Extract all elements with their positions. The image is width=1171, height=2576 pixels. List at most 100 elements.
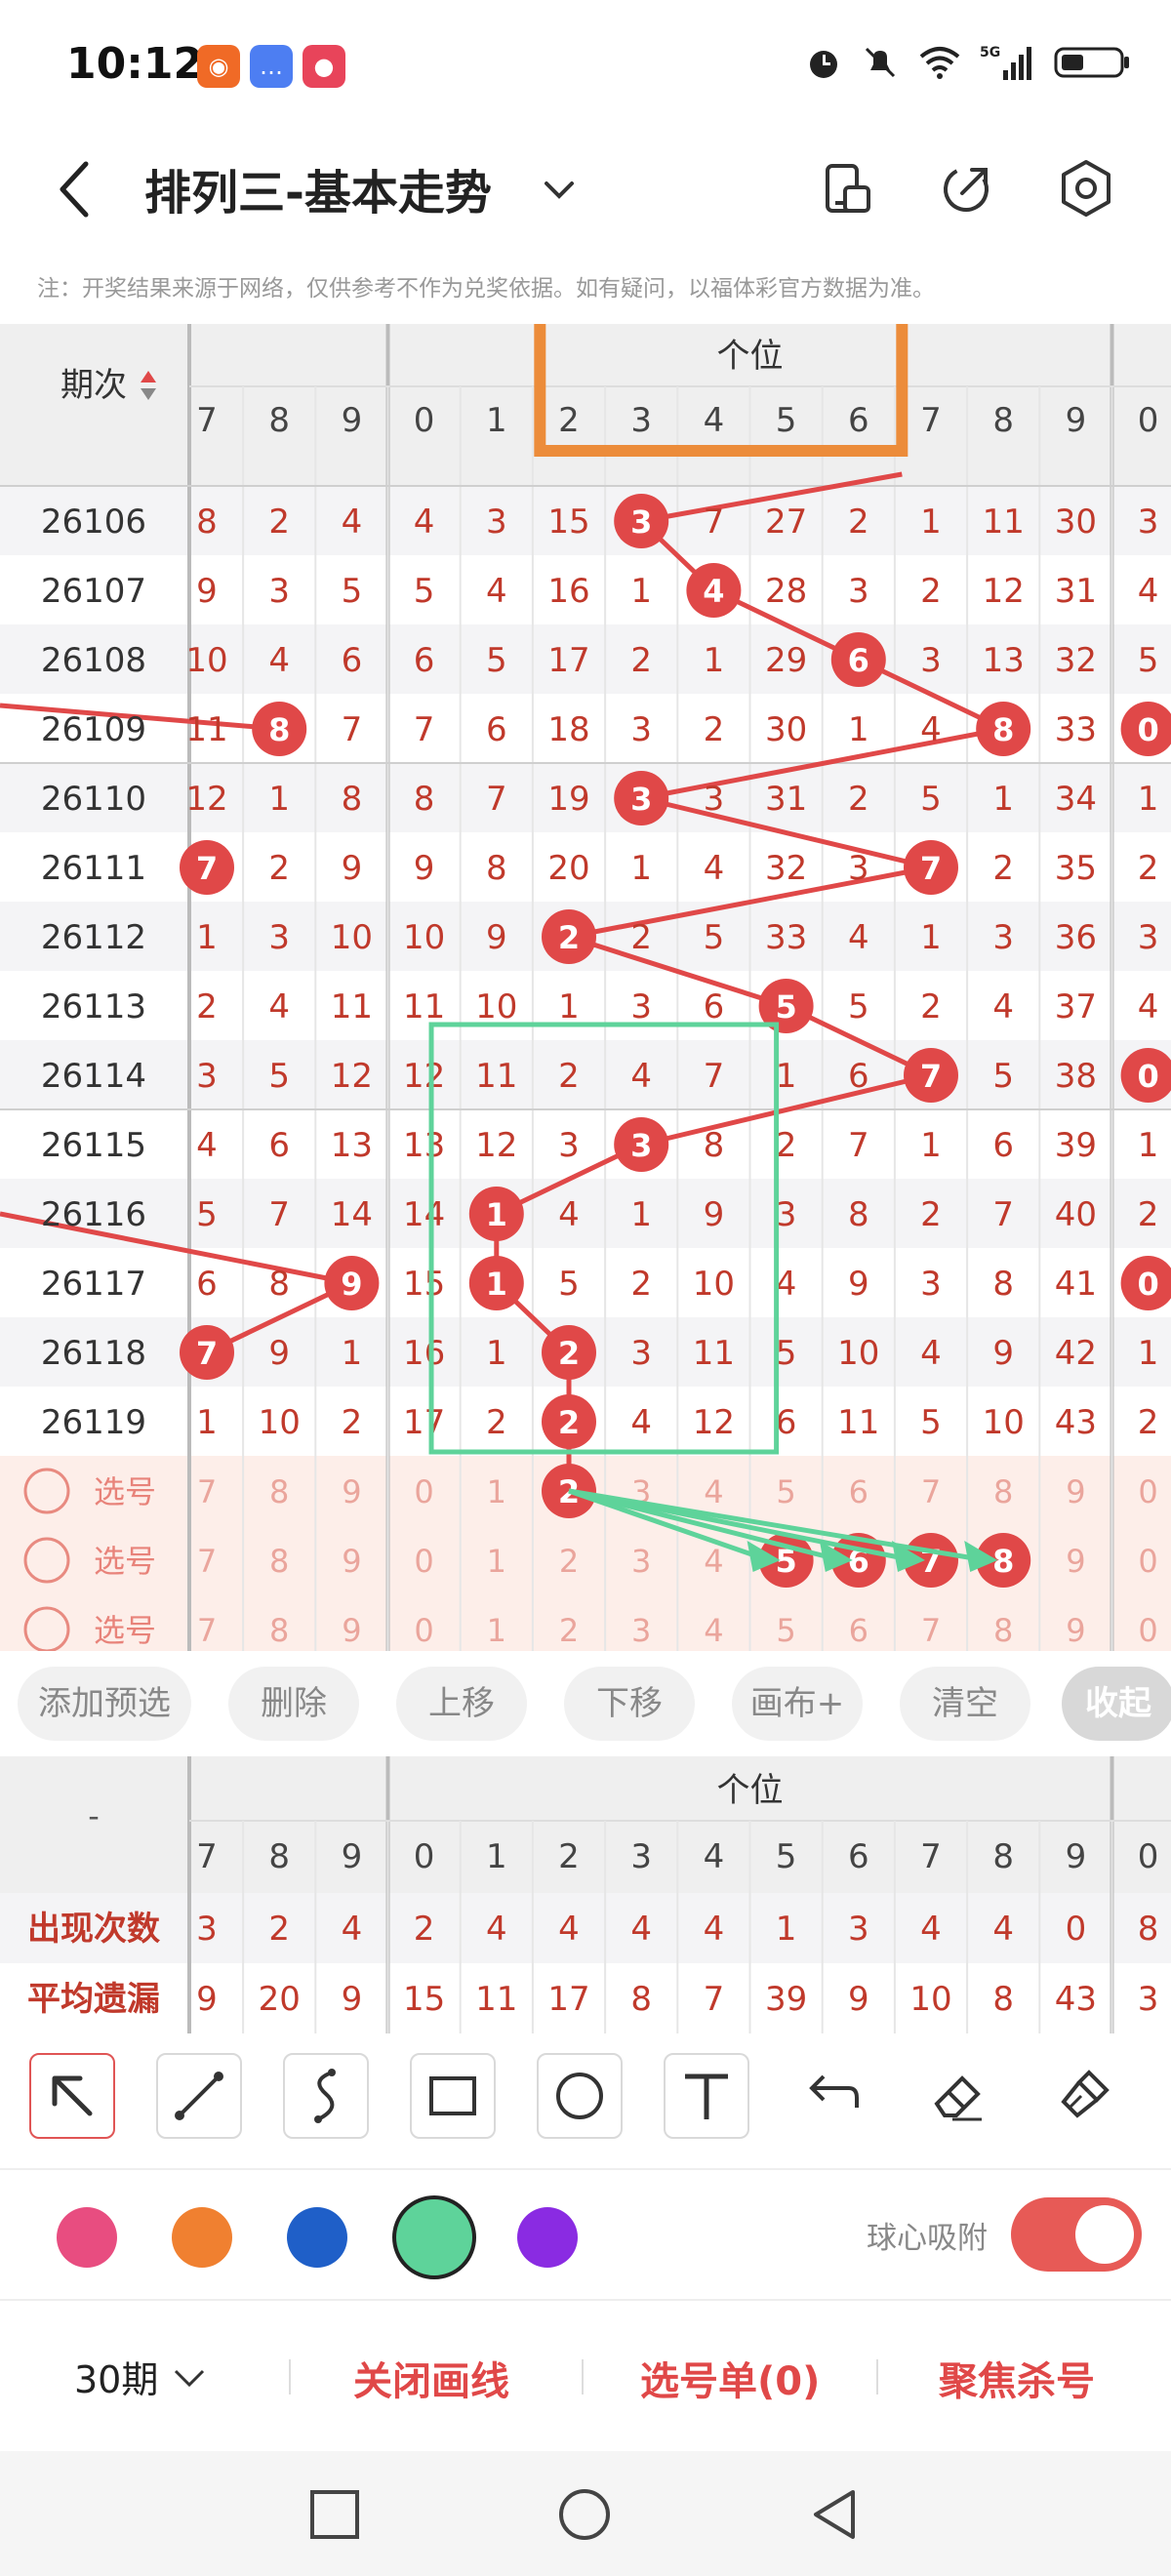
miss-value: 2 — [1138, 849, 1159, 888]
hit-ball-number: 5 — [775, 988, 796, 1026]
battery-icon — [1054, 47, 1129, 78]
clear-brush-tool[interactable] — [1044, 2053, 1130, 2139]
collapse-button[interactable]: 收起 — [1062, 1667, 1171, 1741]
select-cell[interactable]: 5 — [776, 1473, 795, 1510]
clear-button[interactable]: 清空 — [900, 1667, 1030, 1741]
select-cell[interactable]: 0 — [414, 1473, 433, 1510]
miss-value: 17 — [547, 641, 589, 680]
selected-ball-number: 8 — [992, 1543, 1014, 1580]
select-cell[interactable]: 8 — [269, 1473, 289, 1510]
miss-value: 9 — [414, 849, 435, 888]
color-green-swatch[interactable] — [392, 2195, 476, 2279]
trend-chart[interactable]: 个位 期次 7 8 9 0 1 2 3 4 5 6 7 8 9 0 26106 8 2 4 4 3 15 3 7 27 2 1 11 30… — [0, 324, 1171, 1651]
miss-value: 11 — [693, 1334, 735, 1373]
add-preselect-button[interactable]: 添加预选 — [18, 1667, 191, 1741]
miss-value: 4 — [630, 1403, 652, 1442]
select-cell[interactable]: 3 — [631, 1612, 651, 1649]
color-pink-swatch[interactable] — [57, 2207, 117, 2268]
trend-chart-svg[interactable]: 个位期次7 8 9 0 1 2 3 4 5 6 7 8 9 026106 8 2 4 4 3 15 3 7 27 2 1 11 30… — [0, 324, 1171, 1651]
chevron-down-icon[interactable] — [535, 166, 584, 215]
select-cell[interactable]: 3 — [631, 1543, 651, 1580]
curve-tool[interactable] — [283, 2053, 369, 2139]
recent-apps-icon[interactable] — [308, 2488, 361, 2541]
select-cell[interactable]: 4 — [704, 1543, 723, 1580]
close-drawing-link[interactable]: 关闭画线 — [353, 2350, 509, 2406]
select-cell[interactable]: 8 — [269, 1612, 289, 1649]
share-icon[interactable] — [933, 154, 1001, 222]
selection-list-link[interactable]: 选号单(0) — [640, 2350, 820, 2406]
select-cell[interactable]: 9 — [342, 1473, 361, 1510]
settings-gear-icon[interactable] — [1052, 154, 1120, 222]
select-cell[interactable]: 6 — [849, 1612, 868, 1649]
column-header: 8 — [992, 401, 1014, 440]
miss-value: 7 — [704, 1057, 725, 1096]
select-cell[interactable]: 7 — [197, 1612, 217, 1649]
select-cell[interactable]: 0 — [414, 1543, 433, 1580]
circle-tool[interactable] — [537, 2053, 623, 2139]
move-down-button[interactable]: 下移 — [564, 1667, 695, 1741]
select-cell[interactable]: 7 — [921, 1473, 941, 1510]
miss-value: 19 — [547, 780, 589, 819]
column-header: 1 — [486, 1837, 507, 1876]
select-cell[interactable]: 9 — [1066, 1612, 1085, 1649]
eraser-tool[interactable] — [917, 2053, 1003, 2139]
miss-value: 4 — [486, 572, 507, 611]
color-blue-swatch[interactable] — [287, 2207, 347, 2268]
miss-value: 8 — [342, 780, 363, 819]
select-cell[interactable]: 7 — [197, 1473, 217, 1510]
select-cell[interactable]: 0 — [1138, 1612, 1157, 1649]
miss-value: 11 — [331, 987, 373, 1026]
select-cell[interactable]: 5 — [776, 1612, 795, 1649]
miss-value: 1 — [704, 641, 725, 680]
canvas-plus-button[interactable]: 画布+ — [732, 1667, 863, 1741]
select-cell[interactable]: 1 — [487, 1543, 506, 1580]
home-icon[interactable] — [556, 2486, 613, 2543]
select-cell[interactable]: 8 — [993, 1612, 1013, 1649]
column-header: 8 — [268, 1837, 290, 1876]
focus-kill-link[interactable]: 聚焦杀号 — [939, 2350, 1095, 2406]
toggle-knob — [1075, 2205, 1134, 2264]
miss-value: 1 — [992, 780, 1014, 819]
miss-value: 2 — [920, 572, 942, 611]
select-cell[interactable]: 4 — [704, 1612, 723, 1649]
select-cell[interactable]: 1 — [487, 1473, 506, 1510]
select-cell[interactable]: 6 — [849, 1473, 868, 1510]
undo-tool[interactable] — [790, 2053, 876, 2139]
hit-ball-number: 0 — [1137, 711, 1158, 748]
rectangle-tool[interactable] — [410, 2053, 496, 2139]
select-cell[interactable]: 0 — [414, 1612, 433, 1649]
select-cell[interactable]: 9 — [342, 1543, 361, 1580]
undo-icon — [809, 2074, 859, 2108]
select-cell[interactable]: 8 — [269, 1543, 289, 1580]
period-selector[interactable]: 30期 — [74, 2350, 209, 2403]
select-cell[interactable]: 2 — [559, 1543, 579, 1580]
text-tool[interactable] — [664, 2053, 749, 2139]
color-purple-swatch[interactable] — [517, 2207, 578, 2268]
select-cell[interactable]: 9 — [342, 1612, 361, 1649]
move-up-button[interactable]: 上移 — [396, 1667, 527, 1741]
hit-ball-number: 6 — [848, 642, 869, 679]
select-cell[interactable]: 2 — [559, 1612, 579, 1649]
miss-value: 4 — [848, 918, 869, 957]
select-cell[interactable]: 0 — [1138, 1543, 1157, 1580]
color-orange-swatch[interactable] — [172, 2207, 232, 2268]
page-title: 排列三-基本走势 — [144, 166, 492, 221]
select-cell[interactable]: 7 — [921, 1612, 941, 1649]
back-nav-icon[interactable] — [806, 2486, 863, 2543]
back-arrow-icon[interactable] — [47, 150, 105, 228]
snap-toggle[interactable] — [1011, 2197, 1142, 2272]
select-cell[interactable]: 7 — [197, 1543, 217, 1580]
select-cell[interactable]: 8 — [993, 1473, 1013, 1510]
line-tool[interactable] — [156, 2053, 242, 2139]
select-cell[interactable]: 9 — [1066, 1473, 1085, 1510]
stats-value: 11 — [475, 1980, 517, 2019]
select-cell[interactable]: 9 — [1066, 1543, 1085, 1580]
screen-orientation-icon[interactable] — [814, 154, 882, 222]
select-cell[interactable]: 0 — [1138, 1473, 1157, 1510]
delete-button[interactable]: 删除 — [228, 1667, 359, 1741]
chat-app-icon: … — [250, 45, 293, 88]
miss-value: 4 — [268, 987, 290, 1026]
select-arrow-tool[interactable] — [29, 2053, 115, 2139]
select-cell[interactable]: 4 — [704, 1473, 723, 1510]
select-cell[interactable]: 1 — [487, 1612, 506, 1649]
